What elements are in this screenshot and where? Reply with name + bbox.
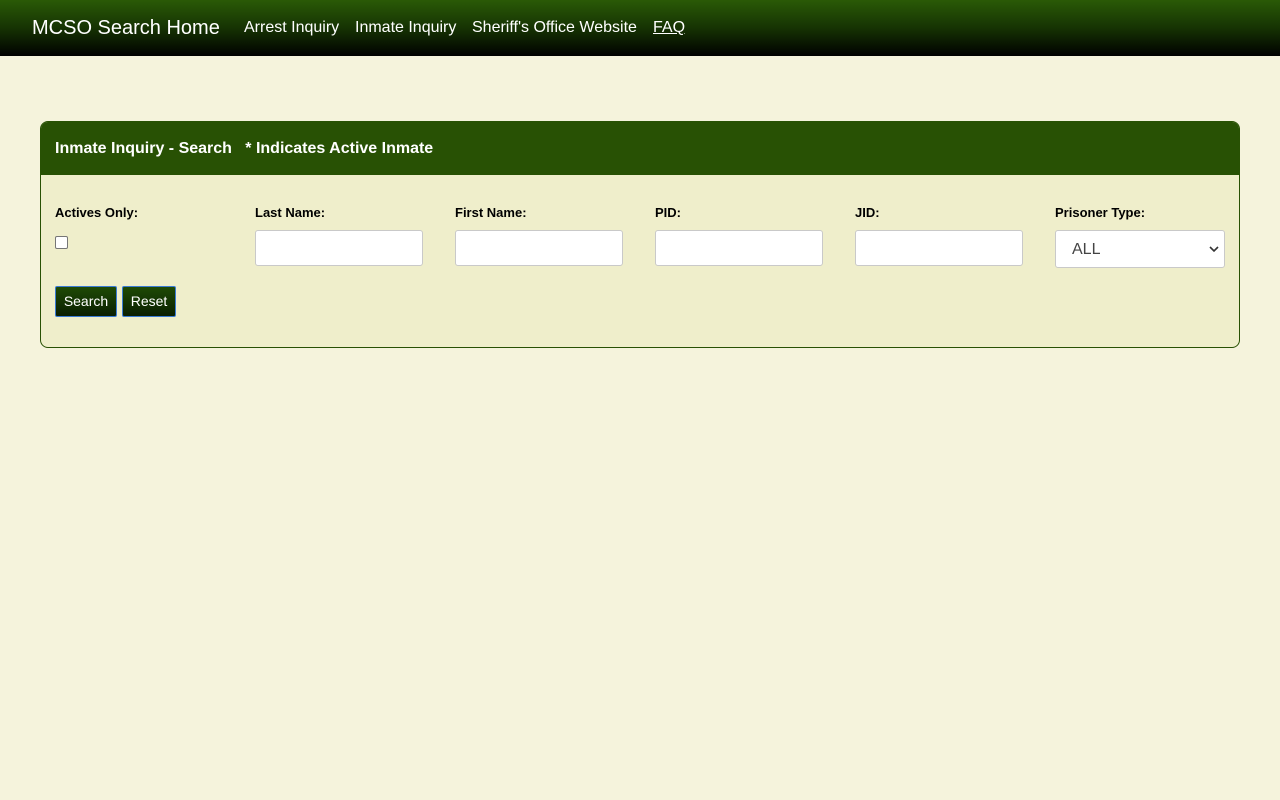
- nav-arrest-inquiry-link[interactable]: Arrest Inquiry: [244, 18, 339, 38]
- first-name-label: First Name:: [455, 205, 527, 220]
- first-name-input[interactable]: [455, 230, 623, 266]
- pid-input[interactable]: [655, 230, 823, 266]
- last-name-input[interactable]: [255, 230, 423, 266]
- inmate-search-panel: Inmate Inquiry - Search * Indicates Acti…: [40, 121, 1240, 348]
- actives-only-label: Actives Only:: [55, 205, 139, 220]
- top-navbar: MCSO Search Home Arrest Inquiry Inmate I…: [0, 0, 1280, 56]
- panel-header: Inmate Inquiry - Search * Indicates Acti…: [41, 122, 1239, 175]
- jid-label: JID:: [855, 205, 880, 220]
- reset-button[interactable]: Reset: [122, 286, 176, 317]
- actives-only-checkbox[interactable]: [55, 236, 68, 249]
- jid-input[interactable]: [855, 230, 1023, 266]
- nav-inmate-inquiry-link[interactable]: Inmate Inquiry: [355, 18, 456, 38]
- search-button[interactable]: Search: [55, 286, 117, 317]
- nav-faq-link[interactable]: FAQ: [653, 18, 685, 38]
- prisoner-type-select[interactable]: ALL: [1055, 230, 1225, 268]
- prisoner-type-label: Prisoner Type:: [1055, 205, 1146, 220]
- chevron-down-icon: [1209, 246, 1219, 253]
- brand-link[interactable]: MCSO Search Home: [32, 16, 220, 40]
- pid-label: PID:: [655, 205, 681, 220]
- prisoner-type-selected-value: ALL: [1072, 241, 1101, 258]
- nav-sheriffs-office-website-link[interactable]: Sheriff's Office Website: [472, 18, 637, 38]
- last-name-label: Last Name:: [255, 205, 326, 220]
- panel-title: Inmate Inquiry - Search * Indicates Acti…: [55, 140, 434, 157]
